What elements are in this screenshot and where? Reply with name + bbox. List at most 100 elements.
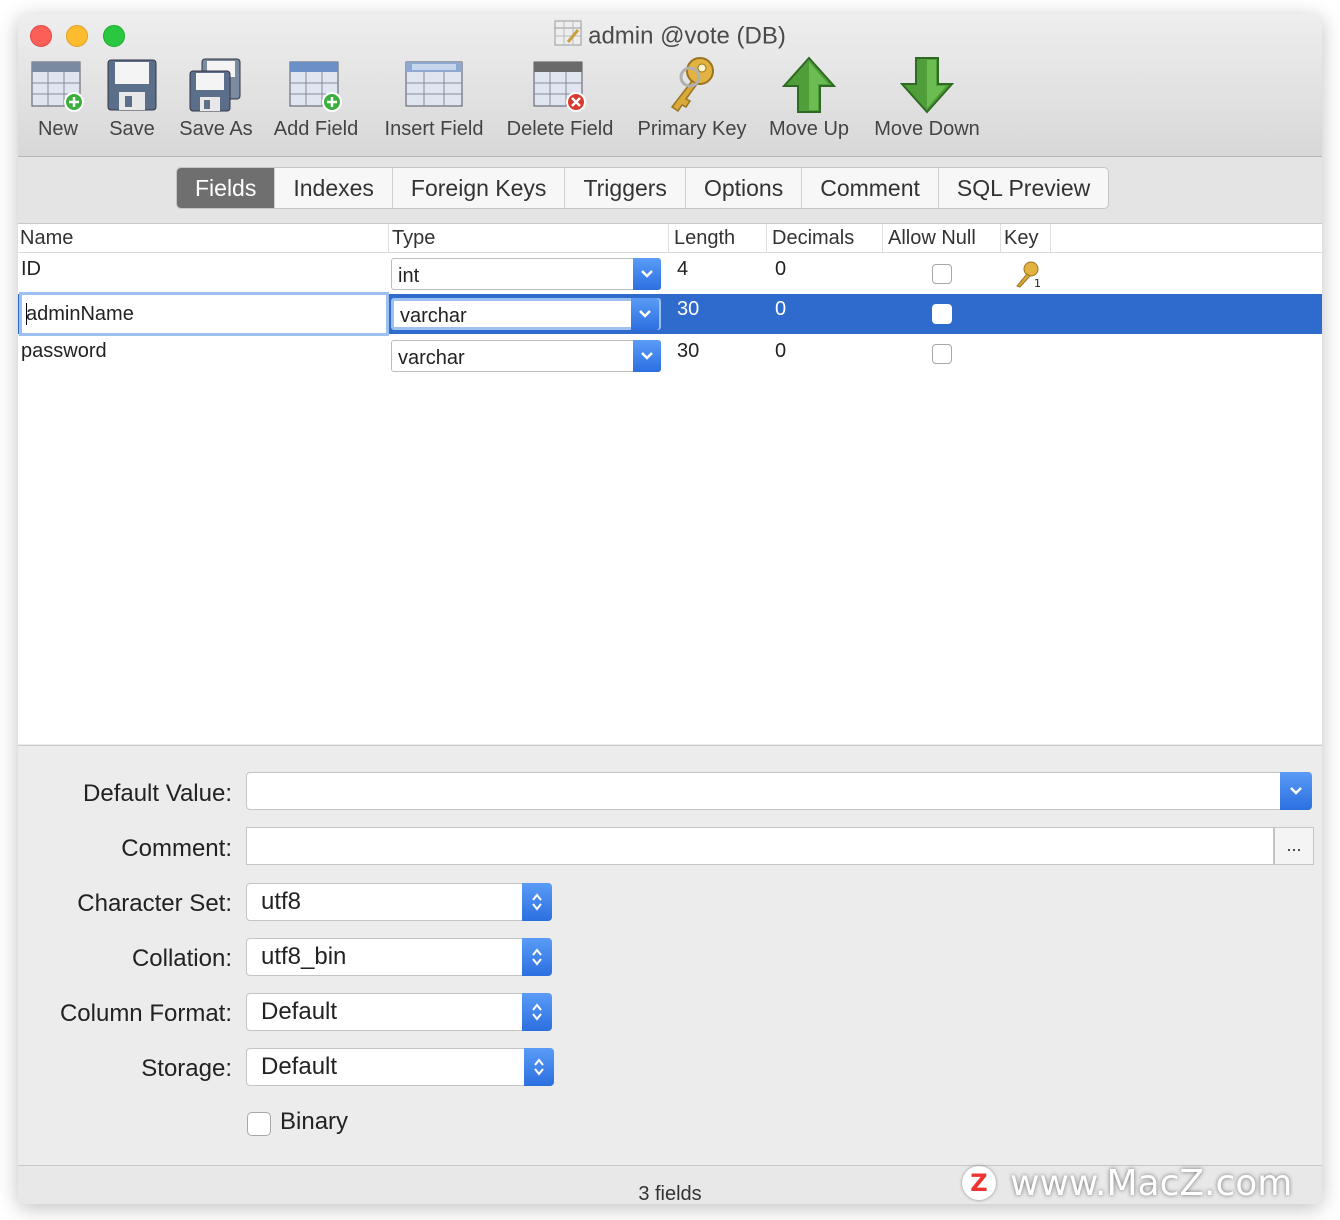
collation-label: Collation:	[131, 945, 232, 972]
field-length-cell[interactable]: 4	[674, 254, 767, 294]
tab-triggers[interactable]: Triggers	[564, 168, 685, 208]
arrow-up-icon	[779, 54, 839, 116]
primary-key-label: Primary Key	[637, 118, 747, 140]
save-as-button[interactable]: Save As	[176, 54, 256, 150]
add-field-icon	[286, 54, 346, 116]
tab-comment[interactable]: Comment	[801, 168, 938, 208]
move-up-label: Move Up	[768, 118, 850, 140]
field-type-value: varchar	[400, 305, 467, 327]
window-title-text: admin @vote (DB)	[588, 22, 786, 50]
column-header-decimals[interactable]: Decimals	[770, 224, 883, 252]
comment-input[interactable]	[246, 827, 1274, 865]
table-header: Name Type Length Decimals Allow Null Key	[18, 224, 1322, 253]
field-type-combo[interactable]: varchar	[391, 340, 661, 372]
field-type-combo[interactable]: varchar	[391, 298, 661, 330]
storage-label: Storage:	[141, 1055, 232, 1082]
new-label: New	[37, 118, 78, 140]
save-label: Save	[109, 118, 155, 140]
new-table-icon	[28, 54, 88, 116]
character-set-select[interactable]: utf8	[246, 883, 552, 921]
character-set-label: Character Set:	[77, 890, 232, 917]
window-title: admin @vote (DB)	[18, 20, 1322, 54]
move-down-button[interactable]: Move Down	[868, 54, 986, 150]
up-down-chevron-icon	[522, 883, 552, 921]
insert-field-icon	[404, 54, 464, 116]
field-decimals-cell[interactable]: 0	[772, 254, 875, 294]
fields-table: Name Type Length Decimals Allow Null Key…	[18, 224, 1322, 744]
svg-text:1: 1	[1034, 277, 1041, 288]
field-name-input[interactable]: adminName	[19, 292, 389, 336]
move-up-button[interactable]: Move Up	[764, 54, 854, 150]
text-cursor	[26, 303, 27, 325]
field-type-combo[interactable]: int	[391, 258, 661, 290]
insert-field-button[interactable]: Insert Field	[380, 54, 488, 150]
binary-label: Binary	[280, 1108, 349, 1135]
chevron-down-icon[interactable]	[631, 298, 659, 330]
table-row-selected[interactable]: adminName varchar 30 0	[18, 292, 1322, 336]
delete-field-button[interactable]: Delete Field	[502, 54, 618, 150]
allow-null-checkbox[interactable]	[932, 264, 952, 284]
primary-key-icon: 1	[1014, 260, 1042, 294]
comment-label: Comment:	[121, 835, 232, 862]
field-length-cell[interactable]: 30	[674, 294, 767, 334]
default-value-label: Default Value:	[83, 780, 232, 807]
field-length-cell[interactable]: 30	[674, 336, 767, 376]
tab-foreign-keys[interactable]: Foreign Keys	[391, 168, 565, 208]
comment-expand-button[interactable]: ...	[1274, 827, 1314, 865]
delete-field-label: Delete Field	[506, 118, 614, 140]
key-icon	[662, 54, 722, 116]
up-down-chevron-icon	[522, 938, 552, 976]
add-field-label: Add Field	[273, 118, 359, 140]
field-properties-panel: Default Value: Comment: ... Character Se…	[18, 745, 1322, 1166]
macz-logo: Z	[962, 1166, 996, 1200]
floppy-disk-icon	[102, 54, 162, 116]
field-name-value: adminName	[26, 303, 134, 325]
field-count-text: 3 fields	[638, 1183, 702, 1204]
new-button[interactable]: New	[28, 54, 88, 150]
column-header-length[interactable]: Length	[672, 224, 767, 252]
table-row[interactable]: ID int 4 0 1	[18, 254, 1322, 294]
binary-checkbox[interactable]	[247, 1112, 271, 1136]
storage-value: Default	[261, 1053, 338, 1080]
toolbar: New Save Save As Add Field Insert Field …	[18, 54, 1322, 150]
collation-select[interactable]: utf8_bin	[246, 938, 552, 976]
column-format-label: Column Format:	[59, 1000, 232, 1027]
default-value-combo[interactable]	[246, 772, 1312, 810]
column-header-allow-null[interactable]: Allow Null	[886, 224, 1001, 252]
tab-indexes[interactable]: Indexes	[274, 168, 392, 208]
allow-null-checkbox[interactable]	[932, 344, 952, 364]
collation-value: utf8_bin	[261, 943, 347, 970]
arrow-down-icon	[897, 54, 957, 116]
table-row[interactable]: password varchar 30 0	[18, 336, 1322, 376]
insert-field-label: Insert Field	[384, 118, 484, 140]
field-name-cell[interactable]: password	[18, 336, 387, 376]
add-field-button[interactable]: Add Field	[270, 54, 362, 150]
chevron-down-icon[interactable]	[633, 340, 661, 372]
up-down-chevron-icon	[522, 993, 552, 1031]
allow-null-checkbox[interactable]	[932, 304, 952, 324]
save-button[interactable]: Save	[102, 54, 162, 150]
move-down-label: Move Down	[874, 118, 980, 140]
tab-fields[interactable]: Fields	[177, 168, 275, 208]
field-name-cell[interactable]: ID	[18, 254, 387, 294]
chevron-down-icon[interactable]	[1280, 772, 1312, 810]
tab-options[interactable]: Options	[684, 168, 801, 208]
column-header-key[interactable]: Key	[1002, 224, 1051, 252]
field-decimals-cell[interactable]: 0	[772, 336, 875, 376]
delete-field-icon	[530, 54, 590, 116]
save-as-label: Save As	[179, 118, 253, 140]
column-format-select[interactable]: Default	[246, 993, 552, 1031]
chevron-down-icon[interactable]	[633, 258, 661, 290]
up-down-chevron-icon	[524, 1048, 554, 1086]
tab-sql-preview[interactable]: SQL Preview	[937, 168, 1108, 208]
character-set-value: utf8	[261, 888, 302, 915]
field-decimals-cell[interactable]: 0	[772, 294, 875, 334]
watermark-text: www.MacZ.com	[1010, 1162, 1293, 1204]
field-type-value: int	[398, 265, 420, 287]
field-type-value: varchar	[398, 347, 465, 369]
watermark: Z www.MacZ.com	[962, 1162, 1292, 1204]
column-header-name[interactable]: Name	[18, 224, 389, 252]
column-header-type[interactable]: Type	[390, 224, 669, 252]
primary-key-button[interactable]: Primary Key	[632, 54, 752, 150]
storage-select[interactable]: Default	[246, 1048, 554, 1086]
